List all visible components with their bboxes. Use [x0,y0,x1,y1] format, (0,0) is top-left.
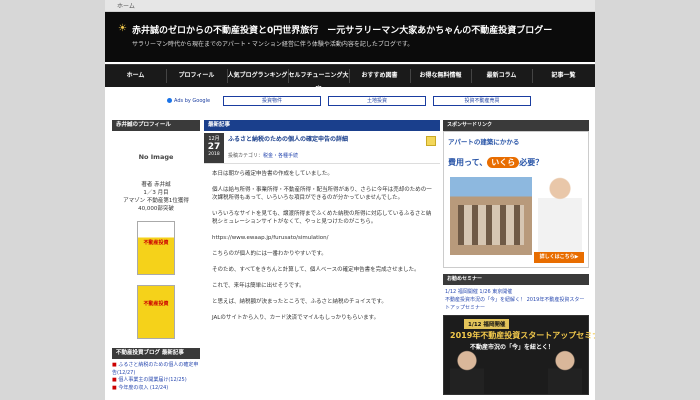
nav-books[interactable]: おすすめ図書 [349,69,411,83]
banner-tag: 1/12 福岡開催 [464,319,510,329]
nav-home[interactable]: ホーム [105,69,167,83]
right-sidebar: スポンサードリンク アパートの建築にかかる 費用って、 いくら 必要？ 詳しくはこち… [443,120,595,395]
no-image-placeholder: No Image [138,153,174,161]
post-paragraph: そのため、すべてをきちんと計算して、個人ベースの確定申告書を完成させました。 [212,267,420,273]
bookmark-icon[interactable] [426,136,436,146]
ad-link-2[interactable]: 土地投資 [328,96,426,106]
nav-profile[interactable]: プロフィール [166,69,228,83]
ad-link-1[interactable]: 投資物件 [223,96,321,106]
recent-posts-box: 不動産投資ブログ 最新記事 ふるさと納税のための個人の確定申告(12/27) 個… [112,348,200,392]
ads-by-google[interactable]: Ads by Google [167,98,210,104]
post-category: 投稿カテゴリ：税金・各種手続 [228,152,298,159]
ads-row: Ads by Google 投資物件 土地投資 投資不動産売買 [105,96,595,108]
sponsored-title: スポンサードリンク [443,120,589,131]
woman-image [538,174,582,254]
ad-question-1: 費用って、 [448,158,488,167]
book-cover-2[interactable]: 不動産投資 [137,285,175,339]
book-cover-1[interactable]: 不動産投資 [137,221,175,275]
left-sidebar: 赤井誠のプロフィール No Image 著者 赤井誠 1／3 月目 アマゾン 不… [112,120,200,339]
page: ホーム ☀ 赤井誠のゼロからの不動産投資と0円世界旅行 ー元サラリーマン大家あか… [105,0,595,400]
top-breadcrumb-bar: ホーム [105,0,595,12]
profile-line: 1／3 月目 [143,190,169,196]
home-link[interactable]: ホーム [117,1,135,10]
ads-info-icon [167,98,172,103]
main-nav: ホーム プロフィール 人気ブログランキング セルフチューニング大家 おすすめ図書… [105,64,595,93]
nav-column[interactable]: 最新コラム [471,69,533,83]
site-tagline: サラリーマン時代から現在までのアパート・マンション経営に伴う体験や活動内容を記し… [132,41,414,48]
apartment-image [450,177,532,255]
ad-headline: アパートの建築にかかる [448,138,520,146]
latest-posts-title: 最新記事 [204,120,440,131]
post-paragraph: いろいろなサイトを見ても、譲渡所得までふくめた納税の所得に対応しているふるさと納… [212,211,432,225]
ad-details-button[interactable]: 詳しくはこちら▶ [534,252,584,263]
profile-line: アマゾン 不動産第1位獲得 [123,198,189,204]
recent-post-link[interactable]: 今年度の収入 (12/24) [112,385,200,393]
post-paragraph: こちらのが個人的には一番わかりやすいです。 [212,251,327,257]
recent-post-link[interactable]: ふるさと納税のための個人の確定申告(12/27) [112,362,200,377]
book-2-title: 不動産投資 [143,301,169,307]
seminar-title: お勧めセミナー [443,274,589,285]
speaker-image-1 [450,350,484,394]
ad-question: 費用って、 いくら 必要？ [448,157,543,168]
book-1-title: 不動産投資 [143,240,169,246]
profile-line: 著者 赤井誠 [141,182,171,188]
post-title[interactable]: ふるさと納税のための個人の確定申告の詳細 [228,134,348,143]
speaker-image-2 [548,350,582,394]
date-month: 12月 [208,136,220,142]
post-paragraph: と思えば、納税額が決まったところで、ふるさと納税のチョイスです。 [212,299,387,305]
post-link[interactable]: https://www.ewaap.jp/furusato/simulation… [212,234,432,242]
ads-label: Ads by Google [174,98,211,104]
ad-question-2: いくら [487,157,520,168]
seminar-date-line[interactable]: 1/12 福岡開催 1/26 東京開催 [445,288,587,296]
post-paragraph: 本日は朝から確定申告書の作成をしていました。 [212,171,333,177]
seminar-links: 1/12 福岡開催 1/26 東京開催 不動産投資市況の「今」を紐解く！ 201… [443,285,589,315]
nav-article-list[interactable]: 記事一覧 [532,69,595,83]
post-header: 12月 27 2018 ふるさと納税のための個人の確定申告の詳細 投稿カテゴリ：… [204,131,440,164]
recent-posts-list: ふるさと納税のための個人の確定申告(12/27) 個人事業主の開業届け(12/2… [112,362,200,392]
date-day: 27 [207,142,221,152]
post-paragraph: これで、来年は簡単に出せそうです。 [212,283,305,289]
site-header: ☀ 赤井誠のゼロからの不動産投資と0円世界旅行 ー元サラリーマン大家あかちゃんの… [105,12,595,62]
banner-title: 2019年不動産投資スタートアップセミナー [450,331,595,340]
date-badge: 12月 27 2018 [204,133,224,163]
ad-question-3: 必要？ [519,158,544,167]
profile-text: 著者 赤井誠 1／3 月目 アマゾン 不動産第1位獲得 40,000部突破 [112,181,200,213]
seminar-banner[interactable]: 1/12 福岡開催 2019年不動産投資スタートアップセミナー 不動産市況の「今… [443,315,595,395]
post-paragraph: JALのサイトから入り、カード決済でマイルもしっかりもらいます。 [212,315,380,321]
category-label: 投稿カテゴリ： [228,153,264,159]
apartment-ad[interactable]: アパートの建築にかかる 費用って、 いくら 必要？ 詳しくはこちら▶ [443,131,589,268]
category-link[interactable]: 税金・各種手続 [263,153,298,159]
site-title[interactable]: 赤井誠のゼロからの不動産投資と0円世界旅行 ー元サラリーマン大家あかちゃんの不動… [132,23,552,36]
profile-box-title: 赤井誠のプロフィール [112,120,200,131]
profile-line: 40,000部突破 [138,206,174,212]
post-paragraph: 個人は給与所得・事業所得・不動産所得・配当所得があり、さらに今年は売却のための一… [212,187,432,201]
date-year: 2018 [208,152,220,157]
seminar-description-link[interactable]: 不動産投資市況の「今」を紐解く！ 2019年不動産投資スタートアップセミナー [445,296,587,312]
post-body: 本日は朝から確定申告書の作成をしていました。 個人は給与所得・事業所得・不動産所… [204,164,440,322]
nav-self-tuning[interactable]: セルフチューニング大家 [288,69,350,93]
main-content: 最新記事 12月 27 2018 ふるさと納税のための個人の確定申告の詳細 投稿… [204,120,440,330]
nav-free-info[interactable]: お得な無料情報 [410,69,472,83]
recent-posts-title: 不動産投資ブログ 最新記事 [112,348,200,359]
sun-icon: ☀ [118,23,127,34]
ad-link-3[interactable]: 投資不動産売買 [433,96,531,106]
recent-post-link[interactable]: 個人事業主の開業届け(12/25) [112,377,200,385]
nav-ranking[interactable]: 人気ブログランキング [227,69,289,83]
